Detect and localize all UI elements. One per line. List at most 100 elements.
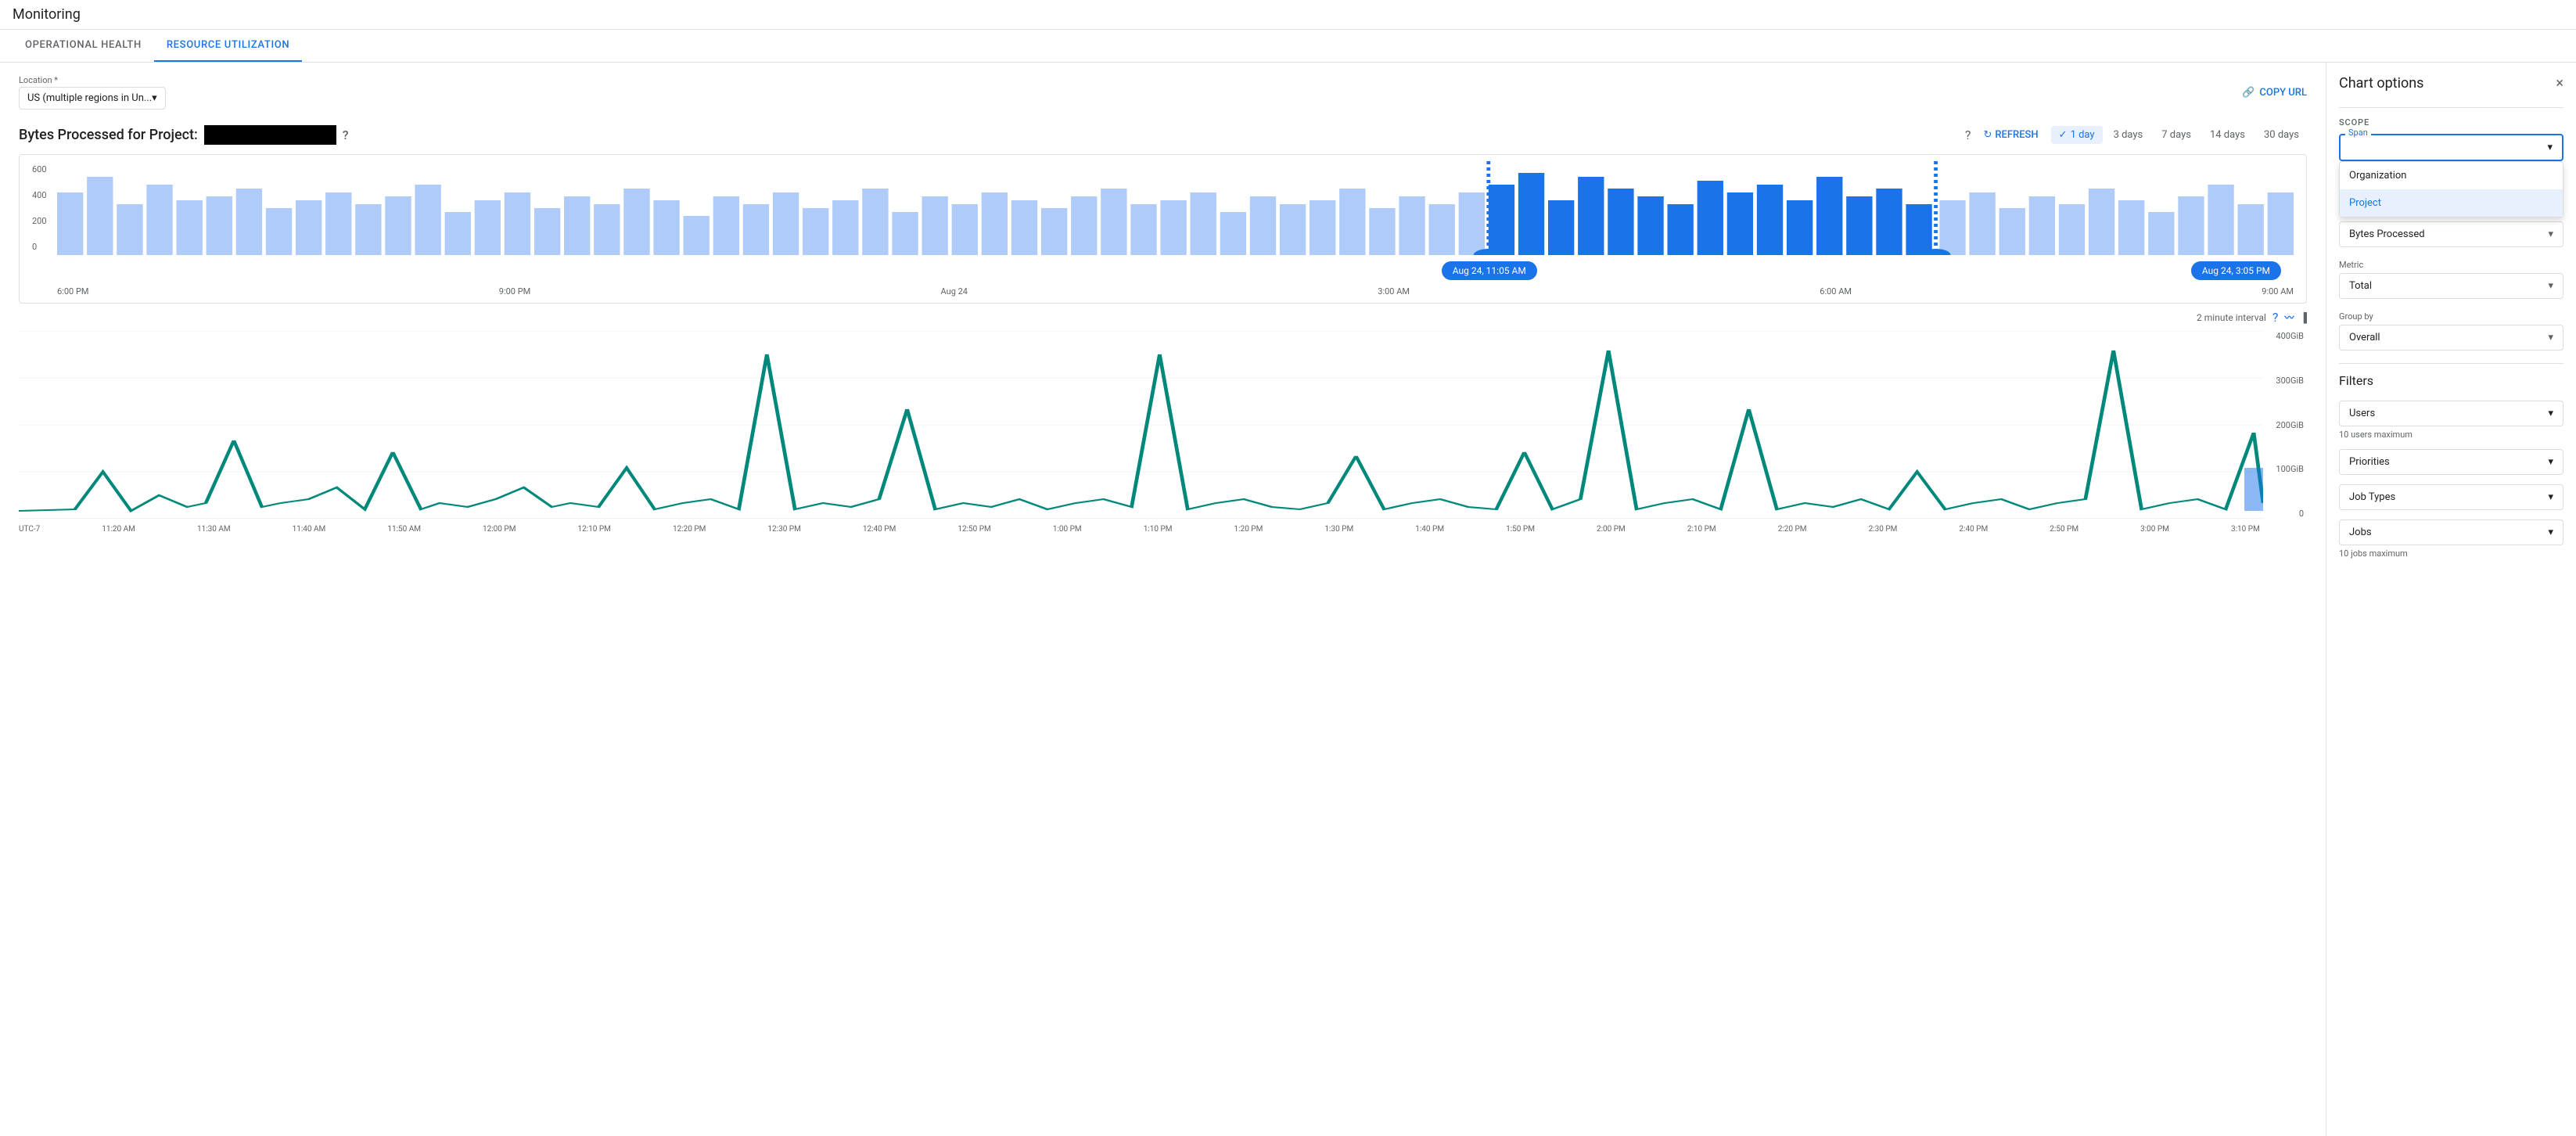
- metric-chevron-icon: ▾: [2548, 280, 2553, 292]
- overview-chart: 600 400 200 0: [19, 154, 2307, 304]
- y-label-200gib: 200GiB: [2266, 420, 2304, 430]
- priorities-label: Priorities: [2349, 456, 2390, 468]
- main-area: Location * US (multiple regions in Un...…: [0, 63, 2576, 1136]
- chart-options-panel: Chart options × Scope Span ▾ Organizatio…: [2326, 63, 2576, 1136]
- filters-section: Filters Users ▾ 10 users maximum Priorit…: [2339, 373, 2563, 559]
- filters-title: Filters: [2339, 373, 2563, 388]
- tabs-bar: OPERATIONAL HEALTH RESOURCE UTILIZATION: [0, 30, 2576, 63]
- metric-field-label: Metric: [2339, 260, 2563, 270]
- x-label-3am: 3:00 AM: [1378, 286, 1410, 297]
- detail-y-labels: 400GiB 300GiB 200GiB 100GiB 0: [2263, 331, 2307, 519]
- users-filter[interactable]: Users ▾: [2339, 401, 2563, 426]
- group-by-field-row: Group by Overall ▾: [2339, 311, 2563, 351]
- time-btn-7days[interactable]: 7 days: [2154, 126, 2199, 144]
- time-range-buttons: ✓ 1 day 3 days 7 days 14 days 30 days: [2051, 126, 2307, 144]
- group-by-label: Group by: [2339, 311, 2563, 322]
- tooltip-end-label: Aug 24, 3:05 PM: [2191, 261, 2281, 280]
- job-types-chevron-icon: ▾: [2548, 491, 2553, 503]
- metric-value: Total: [2349, 280, 2372, 292]
- job-types-label: Job Types: [2349, 491, 2395, 503]
- x-label-aug24: Aug 24: [941, 286, 968, 297]
- x-label-6pm: 6:00 PM: [57, 286, 88, 297]
- overview-y-labels: 600 400 200 0: [32, 161, 57, 255]
- time-btn-14days[interactable]: 14 days: [2202, 126, 2253, 144]
- location-label: Location *: [19, 75, 166, 85]
- y-label-0gib: 0: [2266, 509, 2304, 519]
- jobs-label: Jobs: [2349, 527, 2372, 538]
- chart-title-text: Bytes Processed for Project:: [19, 127, 198, 143]
- chart-title: Bytes Processed for Project: ███████████…: [19, 125, 349, 145]
- time-btn-30days[interactable]: 30 days: [2256, 126, 2307, 144]
- line-chart-toggle[interactable]: 〰: [2284, 311, 2294, 324]
- priorities-chevron-icon: ▾: [2548, 456, 2553, 468]
- group-by-chevron-icon: ▾: [2548, 332, 2553, 343]
- span-field[interactable]: Span ▾: [2339, 134, 2563, 161]
- bar-chart-toggle[interactable]: ▐: [2300, 312, 2307, 323]
- x-label-9pm: 9:00 PM: [499, 286, 530, 297]
- span-dropdown: Span ▾ Organization Project: [2339, 134, 2563, 161]
- x-utc: UTC-7: [19, 525, 40, 534]
- jobs-chevron-icon: ▾: [2548, 527, 2553, 538]
- detail-chart-area: [19, 331, 2263, 522]
- detail-chart-svg: [19, 331, 2263, 519]
- content-area: Location * US (multiple regions in Un...…: [0, 63, 2326, 1136]
- scope-section: Scope Span ▾ Organization Project: [2339, 117, 2563, 161]
- refresh-label: REFRESH: [1995, 129, 2038, 141]
- selection-end-tooltip: Aug 24, 3:05 PM: [2191, 261, 2281, 280]
- check-icon: ✓: [2059, 129, 2068, 141]
- jobs-hint: 10 jobs maximum: [2339, 548, 2563, 559]
- refresh-button[interactable]: ↻ REFRESH: [1983, 129, 2038, 141]
- job-types-filter[interactable]: Job Types ▾: [2339, 484, 2563, 510]
- y-label-400: 400: [32, 190, 57, 200]
- users-chevron-icon: ▾: [2548, 408, 2553, 419]
- span-chevron-icon: ▾: [2547, 142, 2553, 153]
- metric-select[interactable]: Total ▾: [2339, 273, 2563, 299]
- priorities-filter[interactable]: Priorities ▾: [2339, 449, 2563, 475]
- copy-url-button[interactable]: 🔗 COPY URL: [2242, 87, 2307, 99]
- users-label: Users: [2349, 408, 2375, 419]
- panel-header: Chart options ×: [2339, 75, 2563, 92]
- location-field: Location * US (multiple regions in Un...…: [19, 75, 166, 110]
- location-row: Location * US (multiple regions in Un...…: [19, 75, 2307, 110]
- y-label-600: 600: [32, 164, 57, 174]
- overview-bars-svg: [57, 161, 2294, 255]
- y-label-200: 200: [32, 216, 57, 226]
- span-dropdown-options: Organization Project: [2339, 161, 2563, 217]
- chart-controls-help-icon[interactable]: ?: [1965, 128, 1971, 142]
- jobs-filter[interactable]: Jobs ▾: [2339, 519, 2563, 545]
- y-label-0: 0: [32, 242, 57, 252]
- panel-title: Chart options: [2339, 75, 2423, 92]
- time-btn-1day-label: 1 day: [2071, 129, 2095, 141]
- time-btn-1day[interactable]: ✓ 1 day: [2051, 126, 2103, 144]
- span-field-label: Span: [2345, 128, 2371, 138]
- y-label-400gib: 400GiB: [2266, 331, 2304, 341]
- time-btn-3days[interactable]: 3 days: [2106, 126, 2151, 144]
- location-value: US (multiple regions in Un...: [27, 92, 152, 104]
- interval-help-icon[interactable]: ?: [2272, 310, 2279, 325]
- app-container: Monitoring OPERATIONAL HEALTH RESOURCE U…: [0, 0, 2576, 1136]
- selection-start-tooltip: Aug 24, 11:05 AM: [1442, 261, 1537, 280]
- tab-operational-health[interactable]: OPERATIONAL HEALTH: [13, 30, 154, 62]
- close-panel-button[interactable]: ×: [2556, 75, 2563, 92]
- refresh-icon: ↻: [1983, 129, 1992, 141]
- interval-label: 2 minute interval: [2197, 312, 2266, 323]
- y-label-100gib: 100GiB: [2266, 464, 2304, 474]
- span-option-project[interactable]: Project: [2340, 189, 2563, 217]
- chart-title-help-icon[interactable]: ?: [343, 128, 349, 142]
- metric-field-row: Metric Total ▾: [2339, 260, 2563, 299]
- x-label-6am: 6:00 AM: [1820, 286, 1852, 297]
- chart-select[interactable]: Bytes Processed ▾: [2339, 221, 2563, 247]
- overview-bars-container: Aug 24, 11:05 AM Aug 24, 3:05 PM: [57, 161, 2294, 258]
- copy-url-label: COPY URL: [2259, 87, 2307, 99]
- location-select[interactable]: US (multiple regions in Un... ▾: [19, 87, 166, 110]
- y-label-300gib: 300GiB: [2266, 376, 2304, 386]
- span-option-organization[interactable]: Organization: [2340, 162, 2563, 189]
- group-by-select[interactable]: Overall ▾: [2339, 325, 2563, 351]
- tab-resource-utilization[interactable]: RESOURCE UTILIZATION: [154, 30, 302, 62]
- group-by-value: Overall: [2349, 332, 2380, 343]
- detail-x-labels: UTC-7 11:20 AM 11:30 AM 11:40 AM 11:50 A…: [19, 525, 2260, 534]
- link-icon: 🔗: [2242, 87, 2254, 99]
- overview-x-labels: 6:00 PM 9:00 PM Aug 24 3:00 AM 6:00 AM 9…: [57, 286, 2294, 297]
- tooltip-start-label: Aug 24, 11:05 AM: [1442, 261, 1537, 280]
- filters-divider: [2339, 363, 2563, 364]
